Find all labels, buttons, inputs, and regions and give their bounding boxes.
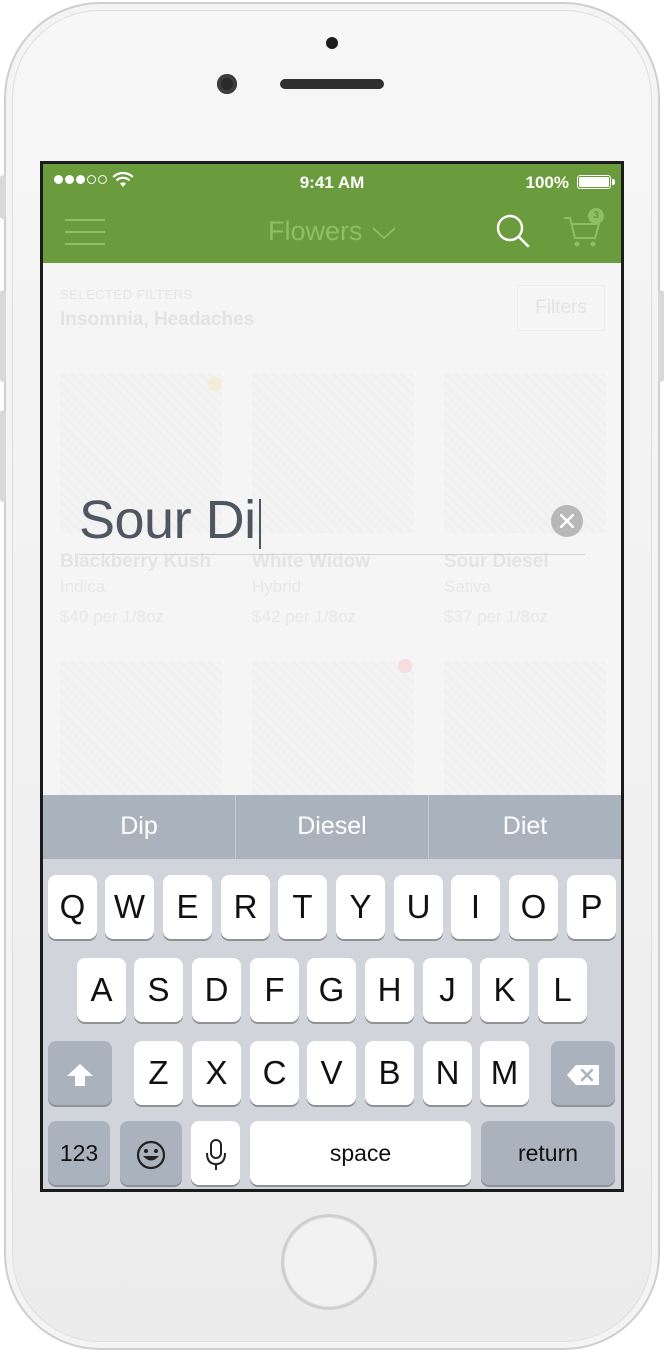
suggestion-diet[interactable]: Diet: [429, 795, 621, 859]
key-z[interactable]: Z: [134, 1041, 183, 1105]
key-b[interactable]: B: [365, 1041, 414, 1105]
product-type: Sativa: [444, 577, 492, 596]
category-dropdown[interactable]: Flowers: [43, 216, 621, 247]
shift-arrow-icon: [67, 1064, 93, 1087]
predictive-suggestions-bar: Dip Diesel Diet: [43, 795, 621, 859]
microphone-icon: [205, 1139, 226, 1171]
space-key[interactable]: space: [250, 1121, 471, 1185]
search-icon[interactable]: [495, 213, 531, 249]
numbers-key[interactable]: 123: [48, 1121, 110, 1185]
earpiece-speaker: [280, 79, 384, 89]
key-v[interactable]: V: [307, 1041, 356, 1105]
selected-filters-label: SELECTED FILTERS: [60, 287, 193, 302]
key-w[interactable]: W: [105, 875, 154, 939]
suggestion-dip[interactable]: Dip: [43, 795, 236, 859]
search-underline: [79, 554, 585, 555]
ios-keyboard: Dip Diesel Diet Q W E R T Y U I O P A S …: [43, 795, 621, 1189]
key-o[interactable]: O: [509, 875, 558, 939]
filters-button[interactable]: Filters: [517, 285, 605, 331]
product-price: $42 per 1/8oz: [252, 607, 356, 626]
backspace-icon: [567, 1065, 599, 1086]
key-x[interactable]: X: [192, 1041, 241, 1105]
product-price: $37 per 1/8oz: [444, 607, 548, 626]
key-n[interactable]: N: [423, 1041, 472, 1105]
product-type: Indica: [60, 577, 106, 596]
key-a[interactable]: A: [77, 958, 126, 1022]
key-s[interactable]: S: [134, 958, 183, 1022]
dictation-key[interactable]: [191, 1121, 240, 1185]
key-f[interactable]: F: [250, 958, 299, 1022]
page-title: Flowers: [267, 216, 363, 246]
app-header: 9:41 AM 100% Flowers 3: [43, 164, 621, 263]
search-input-value: Sour Di: [79, 490, 256, 550]
key-g[interactable]: G: [307, 958, 356, 1022]
key-m[interactable]: M: [480, 1041, 529, 1105]
volume-down-button: [0, 410, 6, 502]
key-d[interactable]: D: [192, 958, 241, 1022]
mute-switch: [0, 175, 6, 219]
app-screen: 9:41 AM 100% Flowers 3 SELECTED FILTERS …: [43, 164, 621, 1189]
key-q[interactable]: Q: [48, 875, 97, 939]
close-icon: [560, 514, 574, 528]
favorite-dot: [208, 377, 222, 391]
power-button: [658, 290, 664, 382]
home-button[interactable]: [281, 1214, 377, 1310]
suggestion-diesel[interactable]: Diesel: [236, 795, 429, 859]
chevron-down-icon: [372, 227, 396, 240]
key-r[interactable]: R: [221, 875, 270, 939]
product-type: Hybrid: [252, 577, 302, 596]
key-i[interactable]: I: [451, 875, 500, 939]
product-price: $40 per 1/8oz: [60, 607, 164, 626]
key-c[interactable]: C: [250, 1041, 299, 1105]
clear-search-button[interactable]: [551, 505, 583, 537]
key-l[interactable]: L: [538, 958, 587, 1022]
status-bar: 9:41 AM 100%: [43, 170, 621, 194]
text-caret: [258, 498, 261, 549]
emoji-key[interactable]: [120, 1121, 182, 1185]
return-key[interactable]: return: [481, 1121, 615, 1185]
key-y[interactable]: Y: [336, 875, 385, 939]
cart-count-badge: 3: [588, 208, 604, 224]
battery-percentage: 100%: [525, 173, 569, 192]
search-field[interactable]: Sour Di: [79, 484, 585, 556]
volume-up-button: [0, 290, 6, 382]
selected-filters-value: Insomnia, Headaches: [60, 309, 255, 330]
favorite-dot: [398, 659, 412, 673]
key-e[interactable]: E: [163, 875, 212, 939]
proximity-sensor: [326, 37, 338, 49]
search-input[interactable]: Sour Di: [79, 484, 261, 556]
key-h[interactable]: H: [365, 958, 414, 1022]
shift-key[interactable]: [48, 1041, 112, 1105]
emoji-icon: [136, 1141, 166, 1170]
front-camera: [217, 74, 237, 94]
key-j[interactable]: J: [423, 958, 472, 1022]
battery-icon: [577, 175, 615, 189]
backspace-key[interactable]: [551, 1041, 615, 1105]
key-p[interactable]: P: [567, 875, 616, 939]
key-k[interactable]: K: [480, 958, 529, 1022]
key-t[interactable]: T: [278, 875, 327, 939]
key-u[interactable]: U: [394, 875, 443, 939]
nav-bar: Flowers 3: [43, 200, 621, 263]
screen: 9:41 AM 100% Flowers 3 SELECTED FILTERS …: [40, 161, 624, 1192]
